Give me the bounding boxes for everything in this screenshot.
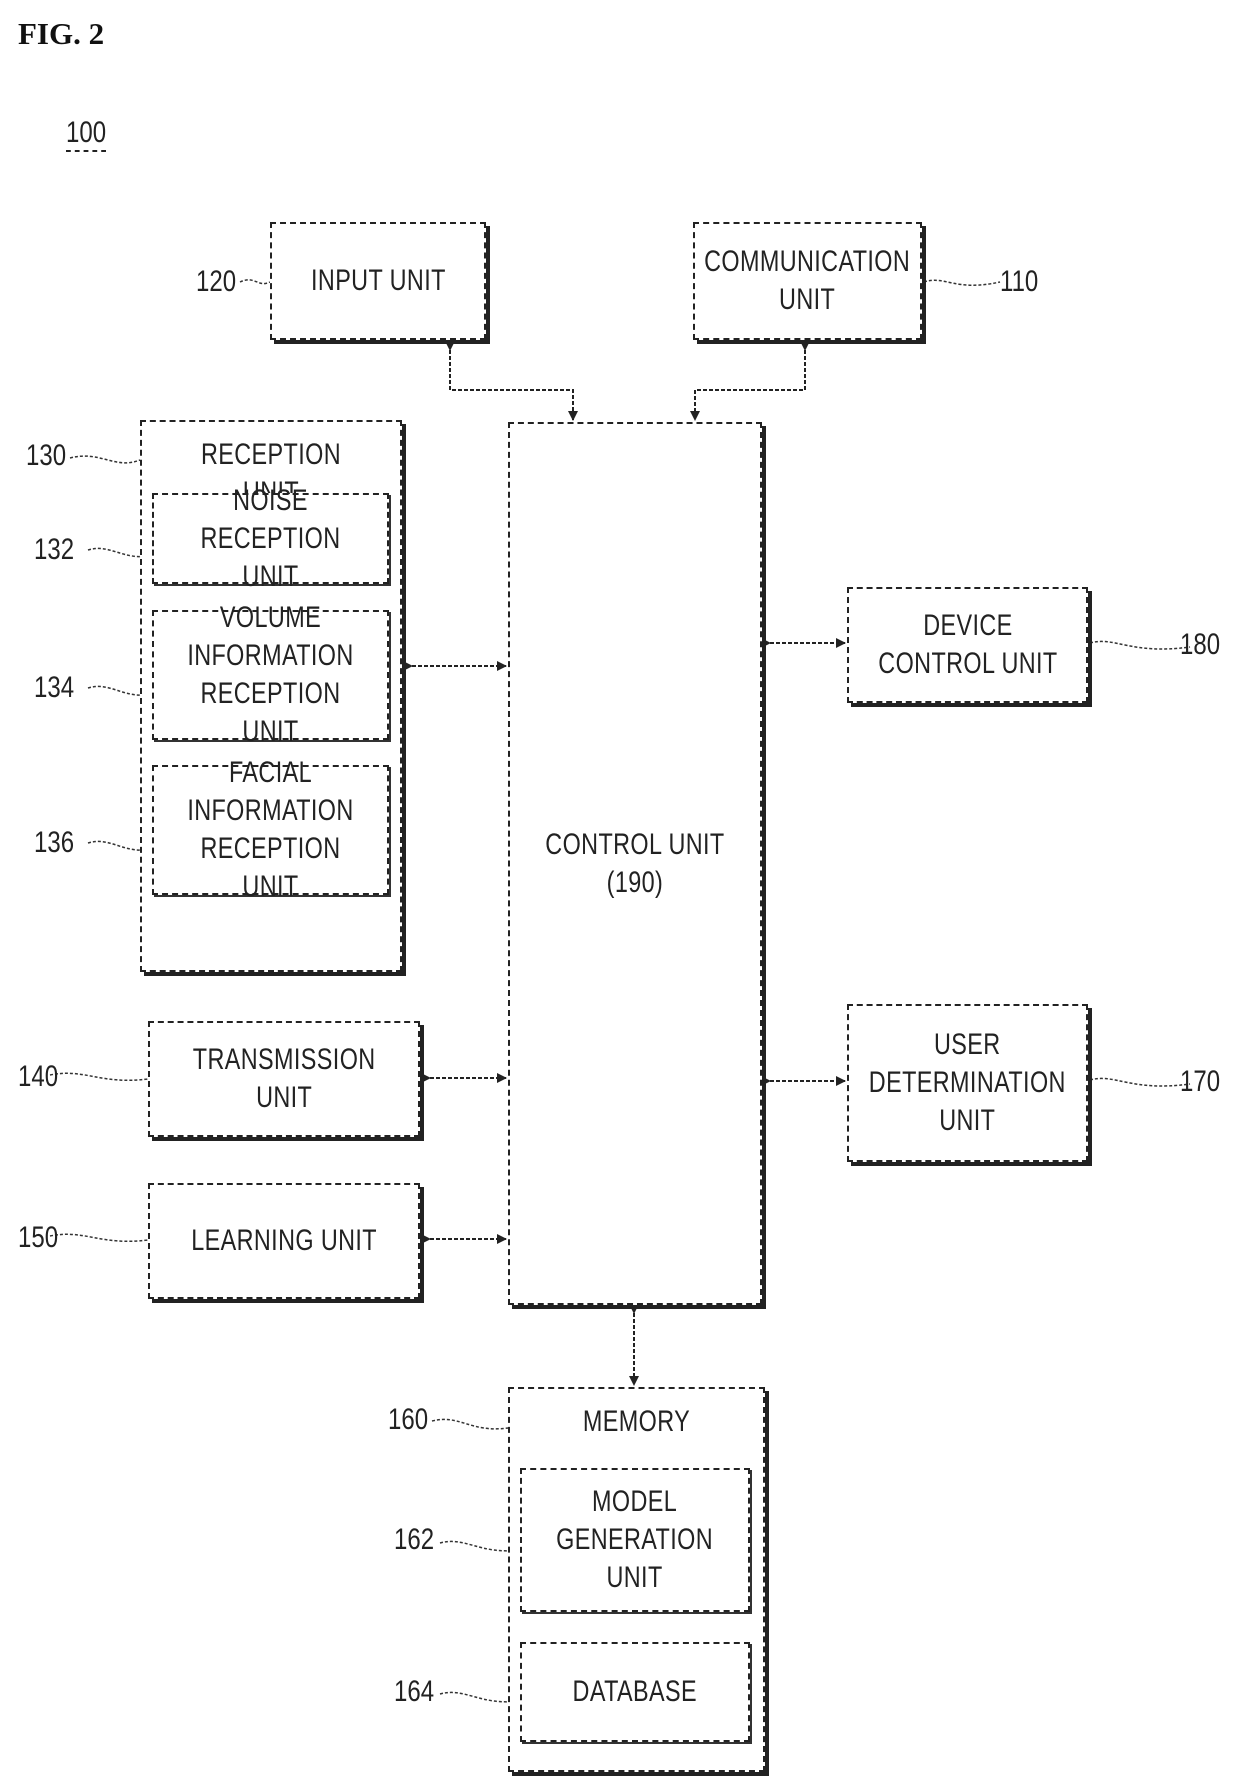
database-block: DATABASE (520, 1642, 750, 1742)
memory-label: MEMORY (582, 1405, 691, 1438)
device-control-unit-label: DEVICE CONTROL UNIT (877, 609, 1058, 680)
facial-information-reception-unit-block: FACIAL INFORMATION RECEPTION UNIT (152, 756, 389, 903)
ref-180: 180 (1180, 628, 1221, 661)
volume-information-reception-unit-block: VOLUME INFORMATION RECEPTION UNIT (152, 601, 389, 748)
communication-unit-block: COMMUNICATION UNIT (693, 222, 922, 340)
leader-150 (49, 1233, 149, 1243)
ref-110: 110 (1000, 265, 1039, 298)
ref-136: 136 (34, 826, 75, 859)
ref-134: 134 (34, 671, 75, 704)
leader-140 (49, 1072, 149, 1082)
leader-130 (69, 455, 141, 464)
ref-130: 130 (26, 439, 67, 472)
leader-160 (431, 1418, 509, 1430)
leader-110 (923, 279, 1001, 286)
ref-160: 160 (388, 1403, 429, 1436)
ref-164: 164 (394, 1675, 435, 1708)
leader-170 (1089, 1077, 1191, 1087)
system-reference-number: 100 (66, 118, 107, 152)
facial-information-reception-unit-label: FACIAL INFORMATION RECEPTION UNIT (187, 756, 354, 903)
control-unit-block: CONTROL UNIT (190) (508, 422, 762, 1305)
learning-unit-label: LEARNING UNIT (191, 1224, 377, 1257)
transmission-unit-label: TRANSMISSION UNIT (192, 1043, 376, 1114)
input-unit-label: INPUT UNIT (310, 264, 446, 297)
leader-180 (1089, 640, 1191, 650)
leader-120 (239, 279, 271, 285)
volume-information-reception-unit-label: VOLUME INFORMATION RECEPTION UNIT (187, 601, 354, 748)
ref-120: 120 (196, 265, 237, 298)
user-determination-unit-label: USER DETERMINATION UNIT (868, 1028, 1067, 1137)
connector-input-control (445, 341, 578, 421)
connector-communication-control (690, 341, 810, 421)
control-unit-label: CONTROL UNIT (190) (545, 827, 725, 899)
database-label: DATABASE (572, 1675, 698, 1708)
communication-unit-label: COMMUNICATION UNIT (704, 245, 911, 316)
ref-132: 132 (34, 533, 75, 566)
ref-162: 162 (394, 1523, 435, 1556)
model-generation-unit-label: MODEL GENERATION UNIT (556, 1485, 714, 1594)
input-unit-block: INPUT UNIT (270, 222, 486, 340)
learning-unit-block: LEARNING UNIT (148, 1183, 420, 1299)
figure-title: FIG. 2 (18, 16, 105, 51)
ref-150: 150 (18, 1221, 59, 1254)
device-control-unit-block: DEVICE CONTROL UNIT (847, 587, 1088, 703)
model-generation-unit-block: MODEL GENERATION UNIT (520, 1468, 750, 1612)
ref-170: 170 (1180, 1065, 1221, 1098)
transmission-unit-block: TRANSMISSION UNIT (148, 1021, 420, 1137)
noise-reception-unit-block: NOISE RECEPTION UNIT (152, 484, 389, 593)
user-determination-unit-block: USER DETERMINATION UNIT (847, 1004, 1088, 1162)
ref-140: 140 (18, 1060, 59, 1093)
noise-reception-unit-label: NOISE RECEPTION UNIT (200, 483, 341, 593)
